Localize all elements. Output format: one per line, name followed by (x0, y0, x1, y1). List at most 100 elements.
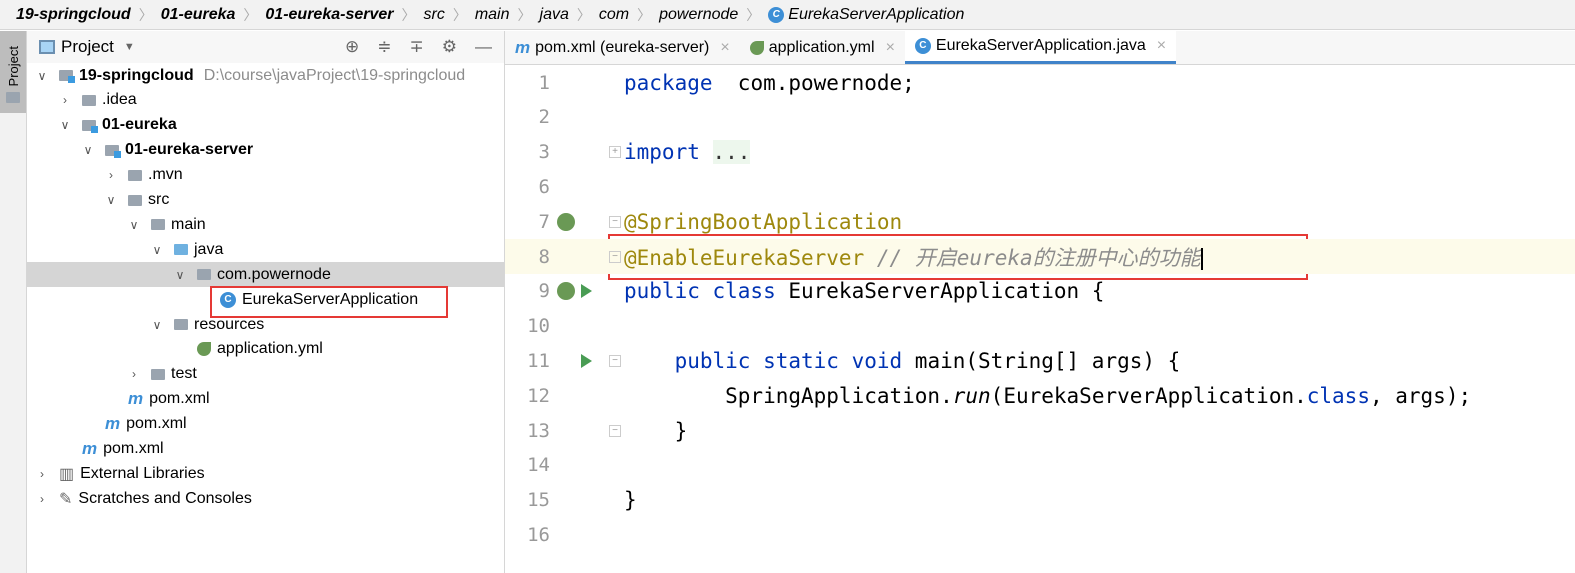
tree-item-icon-wrap: ✎ (59, 489, 72, 509)
line-number: 2 (538, 106, 550, 129)
code-editor[interactable]: 1 package com.powernode; 2 3 + import ... 6 7− @… (505, 65, 1575, 573)
fold-icon[interactable]: + (609, 146, 621, 159)
folder-icon (128, 194, 142, 206)
tree-item-icon-wrap (105, 144, 121, 158)
tree-item-label: 01-eureka-server (125, 141, 254, 159)
breadcrumb-label: 01-eureka-server (265, 5, 394, 23)
tree-item[interactable]: › .idea (27, 88, 504, 113)
tree-item[interactable]: › ▥ External Libraries (27, 461, 504, 486)
tree-item[interactable]: ∨ 01-eureka-server (27, 138, 504, 163)
chevron-right-icon: 〉 (243, 6, 258, 23)
highlight-box (210, 286, 448, 318)
module-folder-icon (105, 144, 121, 158)
run-icon[interactable] (581, 284, 592, 299)
tree-item[interactable]: › .mvn (27, 163, 504, 188)
collapse-all-icon[interactable]: ∓ (410, 37, 424, 57)
close-icon[interactable]: × (720, 39, 729, 57)
minimize-icon[interactable]: — (475, 37, 492, 57)
code-token: (EurekaServerApplication. (990, 383, 1307, 408)
run-icon[interactable] (581, 353, 592, 368)
expand-all-icon[interactable]: ≑ (377, 37, 391, 57)
source-folder-icon (174, 244, 188, 256)
chevron-down-icon[interactable]: ∨ (127, 218, 141, 232)
code-token: @EnableEurekaServer (624, 245, 865, 270)
gear-icon[interactable]: ⚙ (442, 37, 457, 57)
tree-item-path: D:\course\javaProject\19-springcloud (203, 66, 466, 84)
tree-item[interactable]: ∨ src (27, 188, 504, 213)
locate-icon[interactable]: ⊕ (345, 37, 359, 57)
tree-item[interactable]: application.yml (27, 337, 504, 362)
line-number: 8 (538, 245, 550, 268)
breadcrumb-item[interactable]: powernode (659, 6, 738, 24)
tree-item[interactable]: ∨ 19-springcloud D:\course\javaProject\19-… (27, 63, 504, 88)
tree-item-label: pom.xml (126, 415, 187, 433)
breadcrumb-item[interactable]: 01-eureka (161, 6, 236, 24)
tree-item-icon-wrap (82, 119, 98, 133)
chevron-right-icon[interactable]: › (35, 492, 49, 506)
tree-item-icon-wrap: m (128, 389, 143, 409)
editor-tab[interactable]: application.yml × (740, 31, 905, 64)
breadcrumb-item[interactable]: 19-springcloud (16, 6, 131, 24)
breadcrumb-item[interactable]: src (424, 6, 445, 24)
tree-item[interactable]: ∨ java (27, 237, 504, 262)
chevron-right-icon[interactable]: › (127, 367, 141, 381)
code-text: public static void main(String[] args) { (624, 348, 1181, 373)
breadcrumb-label: com (598, 5, 630, 23)
code-line: 6 (505, 169, 1575, 204)
editor-tab[interactable]: m pom.xml (eureka-server) × (505, 31, 740, 64)
tree-item[interactable]: m pom.xml (27, 437, 504, 462)
code-token: package (624, 70, 713, 95)
breadcrumb-item[interactable]: C EurekaServerApplication (768, 6, 964, 24)
module-folder-icon (59, 70, 75, 83)
tree-item-icon-wrap (82, 94, 96, 106)
tree-item[interactable]: › ✎ Scratches and Consoles (27, 486, 504, 511)
code-text: } (624, 488, 637, 512)
code-token: main(String[] args) { (902, 348, 1181, 373)
libraries-icon: ▥ (59, 465, 75, 483)
editor-tab[interactable]: C EurekaServerApplication.java × (904, 31, 1177, 64)
tree-item-label: .mvn (148, 166, 183, 184)
chevron-right-icon[interactable]: › (58, 93, 72, 107)
tree-item-label: pom.xml (149, 390, 210, 408)
chevron-down-icon[interactable]: ∨ (81, 143, 95, 157)
tree-item-label: src (148, 191, 170, 208)
fold-icon[interactable]: − (609, 354, 621, 367)
tree-item[interactable]: m pom.xml (27, 387, 504, 412)
tree-item[interactable]: ∨ main (27, 212, 504, 237)
chevron-right-icon[interactable]: › (104, 168, 118, 182)
tree-item[interactable]: ∨ 01-eureka (27, 113, 504, 138)
chevron-down-icon[interactable]: ∨ (35, 69, 49, 83)
chevron-down-icon[interactable]: ▼ (124, 41, 135, 53)
tab-label: application.yml (768, 38, 875, 56)
fold-icon[interactable]: − (609, 250, 621, 263)
chevron-right-icon[interactable]: › (35, 467, 49, 481)
line-number: 9 (538, 280, 550, 303)
close-icon[interactable]: × (886, 39, 895, 57)
project-tool-tab[interactable]: Project (0, 31, 26, 113)
chevron-down-icon[interactable]: ∨ (58, 118, 72, 132)
project-view-selector[interactable]: Project (61, 37, 114, 57)
spring-bean-icon[interactable] (557, 212, 575, 231)
fold-icon[interactable]: − (609, 424, 621, 437)
tree-item[interactable]: ∨ com.powernode (27, 262, 504, 288)
code-line: 13 − } (505, 413, 1575, 448)
code-text: @EnableEurekaServer // 开启eureka的注册中心的功能 (624, 242, 1203, 272)
breadcrumb-item[interactable]: 01-eureka-server (265, 6, 393, 24)
breadcrumb-item[interactable]: main (475, 6, 510, 24)
chevron-down-icon[interactable]: ∨ (104, 193, 118, 207)
folder-icon (128, 169, 142, 181)
breadcrumb-item[interactable]: java (540, 6, 569, 24)
chevron-down-icon[interactable]: ∨ (173, 268, 187, 282)
chevron-down-icon[interactable]: ∨ (150, 243, 164, 257)
close-icon[interactable]: × (1157, 37, 1166, 55)
breadcrumb-item[interactable]: com (599, 6, 629, 24)
breadcrumb-label: main (474, 5, 510, 23)
fold-icon[interactable]: − (609, 215, 621, 228)
chevron-down-icon[interactable]: ∨ (150, 318, 164, 332)
maven-icon: m (515, 37, 531, 57)
tree-item-label: 19-springcloud (79, 66, 194, 84)
tree-item[interactable]: m pom.xml (27, 412, 504, 437)
tree-item[interactable]: › test (27, 362, 504, 387)
code-token: } (624, 488, 637, 513)
spring-bean-icon[interactable] (557, 282, 575, 301)
